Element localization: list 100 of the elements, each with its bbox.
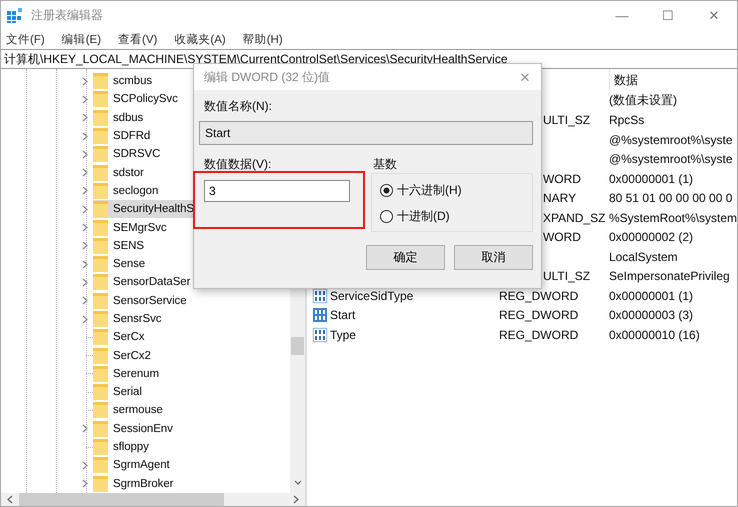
tree-item[interactable]: SerCx2: [93, 346, 153, 365]
expand-chevron-icon[interactable]: [82, 460, 88, 470]
tree-item[interactable]: SerCx: [93, 328, 146, 346]
group-label: 基数: [372, 156, 398, 173]
value-type: WORD: [542, 230, 581, 244]
tree-item[interactable]: scmbus: [93, 72, 154, 90]
folder-icon: [93, 220, 108, 236]
value-data-field[interactable]: 3: [204, 180, 350, 202]
expand-chevron-icon[interactable]: [82, 260, 88, 269]
tree-item[interactable]: SDRSVC: [93, 145, 162, 164]
tree-item[interactable]: SDFRd: [93, 127, 152, 146]
value-data: @%systemroot%\syste: [608, 132, 732, 147]
folder-icon: [93, 110, 108, 126]
folder-icon: [93, 384, 108, 400]
value-type: WORD: [542, 172, 581, 186]
folder-icon: [93, 329, 108, 346]
expand-chevron-icon[interactable]: [82, 150, 88, 159]
close-button[interactable]: ✕: [691, 1, 737, 29]
registry-icon: [7, 7, 23, 23]
value-data: 0x00000001 (1): [608, 172, 694, 186]
tree-item[interactable]: SecurityHealthS: [93, 200, 196, 218]
tree-item[interactable]: sfloppy: [93, 438, 151, 456]
expand-chevron-icon[interactable]: [82, 296, 88, 306]
value-name[interactable]: Start: [330, 308, 356, 322]
tree-item[interactable]: SCPolicySvc: [93, 90, 180, 108]
minimize-button[interactable]: —: [599, 1, 645, 29]
scrollbar-thumb[interactable]: [19, 492, 224, 506]
menu-item[interactable]: 收藏夹(A): [174, 32, 226, 46]
expand-chevron-icon[interactable]: [82, 186, 88, 196]
expand-chevron-icon[interactable]: [82, 424, 88, 434]
radio-button-icon[interactable]: [380, 184, 393, 197]
value-data: %SystemRoot%\system: [608, 210, 737, 225]
expand-chevron-icon[interactable]: [82, 223, 88, 232]
tree-item[interactable]: SENS: [93, 236, 146, 255]
value-data: 0x00000002 (2): [608, 230, 694, 244]
folder-icon: [93, 238, 108, 254]
maximize-button[interactable]: ☐: [645, 1, 691, 29]
menu-item[interactable]: 编辑(E): [62, 32, 102, 46]
value-data: 0x00000001 (1): [608, 288, 694, 303]
folder-icon: [93, 292, 108, 309]
folder-icon: [93, 420, 108, 437]
value-data: SeImpersonatePrivileg: [608, 269, 730, 284]
menu-item[interactable]: 查看(V): [118, 32, 158, 46]
column-header[interactable]: 数据: [608, 69, 737, 91]
folder-icon: [93, 182, 108, 199]
tree-item[interactable]: SensorService: [93, 292, 188, 310]
radio-option[interactable]: 十进制(D): [380, 208, 524, 225]
tree-item[interactable]: SEMgrSvc: [93, 218, 169, 237]
expand-chevron-icon[interactable]: [82, 76, 88, 86]
value-type: NARY: [542, 191, 576, 206]
folder-icon: [93, 457, 108, 474]
menu-item[interactable]: 帮助(H): [242, 32, 283, 46]
value-data: @%systemroot%\syste: [608, 152, 732, 166]
scroll-right-icon[interactable]: [292, 495, 299, 504]
folder-icon: [93, 311, 108, 327]
expand-chevron-icon[interactable]: [82, 278, 88, 287]
scroll-down-icon[interactable]: [294, 480, 302, 485]
tree-item[interactable]: Sense: [93, 255, 148, 274]
tree-item[interactable]: sdstor: [93, 164, 146, 182]
folder-icon: [93, 164, 108, 181]
expand-chevron-icon[interactable]: [82, 479, 88, 488]
expand-chevron-icon[interactable]: [82, 168, 88, 178]
expand-chevron-icon[interactable]: [82, 314, 88, 324]
value-data: (数值未设置): [608, 93, 677, 108]
folder-icon: [93, 439, 108, 456]
tree-item[interactable]: sdbus: [93, 108, 146, 127]
window-title: 注册表编辑器: [31, 6, 103, 24]
tree-item[interactable]: SgrmAgent: [93, 456, 172, 474]
field-label: 数值数据(V):: [203, 156, 272, 173]
scroll-left-icon[interactable]: [7, 495, 13, 504]
expand-chevron-icon[interactable]: [82, 132, 88, 141]
cancel-button[interactable]: 取消: [454, 245, 533, 270]
ok-button[interactable]: 确定: [366, 245, 445, 270]
value-name[interactable]: Type: [330, 328, 356, 342]
tree-item[interactable]: sermouse: [93, 401, 165, 420]
horizontal-scrollbar[interactable]: [1, 492, 305, 506]
folder-icon: [93, 201, 108, 218]
folder-icon: [93, 146, 108, 162]
value-name[interactable]: ServiceSidType: [330, 288, 414, 303]
expand-chevron-icon[interactable]: [82, 241, 88, 250]
value-type: ULTI_SZ: [542, 113, 590, 128]
tree-item[interactable]: seclogon: [93, 182, 160, 200]
field-label: 数值名称(N):: [203, 98, 273, 115]
tree-item[interactable]: Serial: [93, 383, 144, 402]
name-field[interactable]: Start: [199, 121, 533, 145]
folder-icon: [93, 274, 108, 290]
radio-option[interactable]: 十六进制(H): [380, 182, 524, 199]
tree-item[interactable]: SessionEnv: [93, 420, 175, 438]
tree-item[interactable]: SensrSvc: [93, 310, 164, 328]
expand-chevron-icon[interactable]: [82, 204, 88, 214]
value-type: REG_DWORD: [498, 288, 578, 303]
folder-icon: [93, 476, 108, 492]
radio-button-icon[interactable]: [380, 210, 393, 223]
tree-item[interactable]: SensorDataSer: [93, 273, 192, 292]
menu-item[interactable]: 文件(F): [6, 32, 45, 46]
tree-item[interactable]: SgrmBroker: [93, 474, 176, 493]
scrollbar-thumb[interactable]: [290, 337, 304, 355]
tree-item[interactable]: Serenum: [93, 364, 161, 383]
expand-chevron-icon[interactable]: [82, 94, 88, 104]
expand-chevron-icon[interactable]: [82, 113, 88, 122]
